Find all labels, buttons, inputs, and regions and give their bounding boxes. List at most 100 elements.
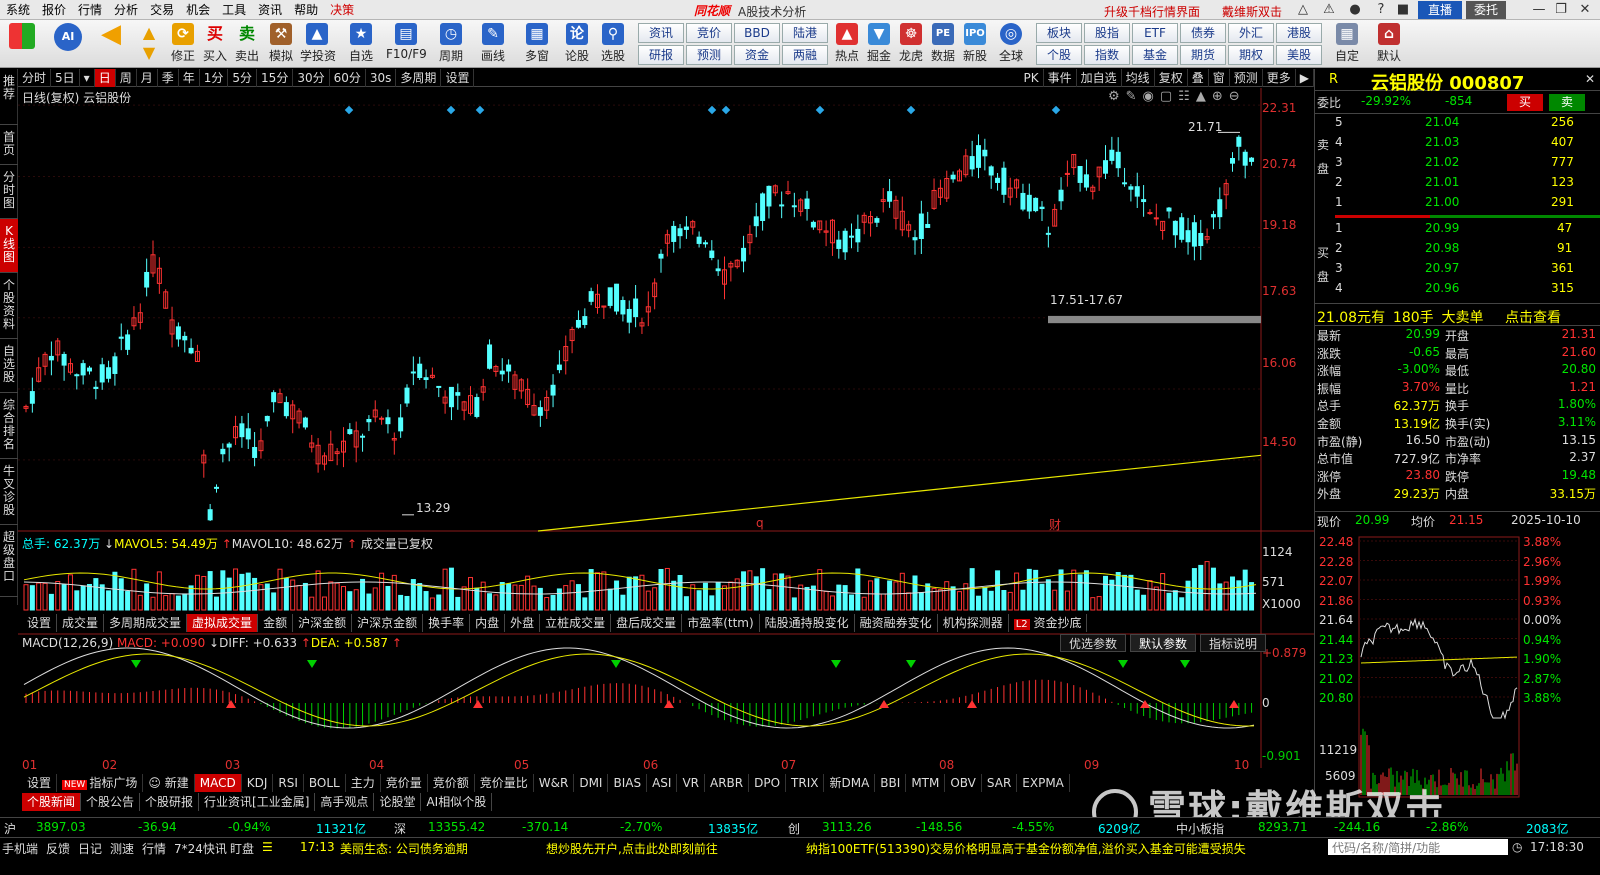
- tb-news-button[interactable]: 资讯: [638, 23, 684, 43]
- tb-sim-button[interactable]: ⚒ 模拟: [264, 23, 298, 67]
- ntab-forum[interactable]: 论股堂: [374, 793, 422, 811]
- vtab-multi-volume[interactable]: 多周期成交量: [104, 614, 188, 632]
- tb-forex-button[interactable]: 外汇: [1228, 23, 1274, 43]
- vtab-margin-change[interactable]: 融资融券变化: [855, 614, 938, 632]
- period-5day[interactable]: 5日: [51, 69, 80, 87]
- vtab-turnover[interactable]: 换手率: [423, 614, 471, 632]
- nav-kline[interactable]: K线图: [0, 219, 18, 273]
- period-intraday[interactable]: 分时: [18, 69, 52, 87]
- big-order-row[interactable]: 21.08元有 180手 大卖单: [1317, 307, 1483, 326]
- period-ma[interactable]: 均线: [1122, 69, 1155, 87]
- period-30s[interactable]: 30s: [366, 69, 397, 87]
- period-multi[interactable]: 多周期: [396, 69, 442, 87]
- period-pk[interactable]: PK: [1020, 69, 1044, 87]
- menu-tools[interactable]: 工具: [216, 0, 252, 20]
- tb-hk-connect-button[interactable]: 陆港: [782, 23, 828, 43]
- period-year[interactable]: 年: [179, 69, 200, 87]
- period-day[interactable]: 日: [94, 69, 116, 87]
- status-market[interactable]: 行情: [142, 840, 166, 857]
- itab-macd[interactable]: MACD: [194, 774, 242, 792]
- event-finance-marker[interactable]: 财: [1049, 516, 1061, 533]
- itab-square[interactable]: NEW 指标广场: [57, 774, 144, 792]
- vtab-northbound[interactable]: 陆股通持股变化: [760, 614, 855, 632]
- period-events[interactable]: 事件: [1044, 69, 1077, 87]
- period-expand-icon[interactable]: ▶: [1296, 69, 1314, 87]
- nav-ranking[interactable]: 综合排名: [0, 393, 18, 459]
- skin-icon[interactable]: ■: [1394, 1, 1412, 19]
- menu-help[interactable]: 帮助: [288, 0, 324, 20]
- status-speedtest[interactable]: 测速: [110, 840, 134, 857]
- period-quarter[interactable]: 季: [158, 69, 179, 87]
- itab-bbi[interactable]: BBI: [875, 774, 907, 792]
- menu-analysis[interactable]: 分析: [108, 0, 144, 20]
- event-q-marker[interactable]: q: [756, 516, 764, 530]
- tb-hkstock-button[interactable]: 港股: [1276, 23, 1322, 43]
- sell-button[interactable]: 卖: [1549, 94, 1585, 111]
- itab-dmi[interactable]: DMI: [574, 774, 609, 792]
- tb-forecast-button[interactable]: 预测: [686, 45, 732, 65]
- default-params-button[interactable]: 默认参数: [1130, 634, 1197, 652]
- period-60m[interactable]: 60分: [330, 69, 366, 87]
- ntab-news[interactable]: 个股新闻: [22, 793, 82, 811]
- menu-info[interactable]: 资讯: [252, 0, 288, 20]
- tb-buy-button[interactable]: 买买入: [198, 23, 232, 67]
- tb-learn-button[interactable]: ▲ 学投资: [300, 23, 336, 67]
- itab-dpo[interactable]: DPO: [749, 774, 787, 792]
- ntab-research[interactable]: 个股研报: [140, 793, 200, 811]
- tb-default-button[interactable]: ⌂ 默认: [1372, 23, 1406, 67]
- promo-davis-link[interactable]: 戴维斯双击: [1222, 3, 1282, 20]
- period-week[interactable]: 周: [116, 69, 137, 87]
- nav-home[interactable]: 首页: [0, 125, 18, 165]
- vtab-amount[interactable]: 金额: [258, 614, 294, 632]
- tb-etf-button[interactable]: ETF: [1132, 23, 1178, 43]
- back-button[interactable]: ◀: [94, 21, 128, 67]
- vtab-shsz-amount[interactable]: 沪深金额: [293, 614, 353, 632]
- nav-watchlist[interactable]: 自选股: [0, 339, 18, 393]
- nav-superboard[interactable]: 超级盘口: [0, 525, 18, 597]
- zx-index[interactable]: 8293.71: [1258, 820, 1308, 834]
- tb-ipo-button[interactable]: IPO 新股: [958, 23, 992, 67]
- restore-icon[interactable]: ❐: [1552, 1, 1570, 19]
- tb-futures-button[interactable]: 期货: [1180, 45, 1226, 65]
- sh-index[interactable]: 3897.03: [36, 820, 86, 834]
- itab-settings[interactable]: 设置: [22, 774, 58, 792]
- period-window[interactable]: 窗: [1209, 69, 1230, 87]
- nav-diagnose[interactable]: 牛叉诊股: [0, 459, 18, 525]
- itab-expma[interactable]: EXPMA: [1017, 774, 1070, 792]
- entrust-button[interactable]: 委托: [1466, 1, 1506, 19]
- live-button[interactable]: 直播: [1418, 1, 1462, 19]
- vtab-institution[interactable]: 机构探测器: [938, 614, 1009, 632]
- tb-global-button[interactable]: ◎ 全球: [994, 23, 1028, 67]
- promo-upgrade-link[interactable]: 升级千档行情界面: [1104, 3, 1200, 20]
- news-text[interactable]: 美丽生态: 公司债务逾期: [340, 840, 468, 857]
- tb-dragon-button[interactable]: ☸ 龙虎: [894, 23, 928, 67]
- tb-indexes-button[interactable]: 指数: [1084, 45, 1130, 65]
- ntab-industry[interactable]: 行业资讯[工业金属]: [199, 793, 316, 811]
- minimize-icon[interactable]: —: [1530, 1, 1548, 19]
- itab-kdj[interactable]: KDJ: [242, 774, 274, 792]
- status-mobile[interactable]: 手机端: [2, 840, 38, 857]
- tb-forum-button[interactable]: 论论股: [560, 23, 594, 67]
- period-dropdown-icon[interactable]: ▾: [80, 69, 95, 87]
- tb-options-button[interactable]: 期权: [1228, 45, 1274, 65]
- itab-sar[interactable]: SAR: [982, 774, 1018, 792]
- tb-bond-button[interactable]: 债券: [1180, 23, 1226, 43]
- tb-multiwin-button[interactable]: ▦ 多窗: [520, 23, 554, 67]
- tb-sell-button[interactable]: 卖卖出: [230, 23, 264, 67]
- itab-boll[interactable]: BOLL: [304, 774, 346, 792]
- indicator-help-button[interactable]: 指标说明: [1200, 634, 1267, 652]
- menu-quote[interactable]: 报价: [36, 0, 72, 20]
- nav-recommend[interactable]: 推荐: [0, 69, 18, 125]
- itab-auction-ratio[interactable]: 竞价量比: [475, 774, 534, 792]
- period-predict[interactable]: 预测: [1230, 69, 1263, 87]
- up-down-button[interactable]: ▲ ▼: [136, 23, 162, 67]
- menu-market[interactable]: 行情: [72, 0, 108, 20]
- itab-bias[interactable]: BIAS: [608, 774, 648, 792]
- kline-chart[interactable]: [18, 88, 1314, 768]
- tb-data-button[interactable]: PE 数据: [926, 23, 960, 67]
- tb-watchlist-button[interactable]: ★ 自选: [344, 23, 378, 67]
- tb-usstock-button[interactable]: 美股: [1276, 45, 1322, 65]
- period-1m[interactable]: 1分: [200, 69, 229, 87]
- tb-report-button[interactable]: 研报: [638, 45, 684, 65]
- period-settings[interactable]: 设置: [441, 69, 475, 87]
